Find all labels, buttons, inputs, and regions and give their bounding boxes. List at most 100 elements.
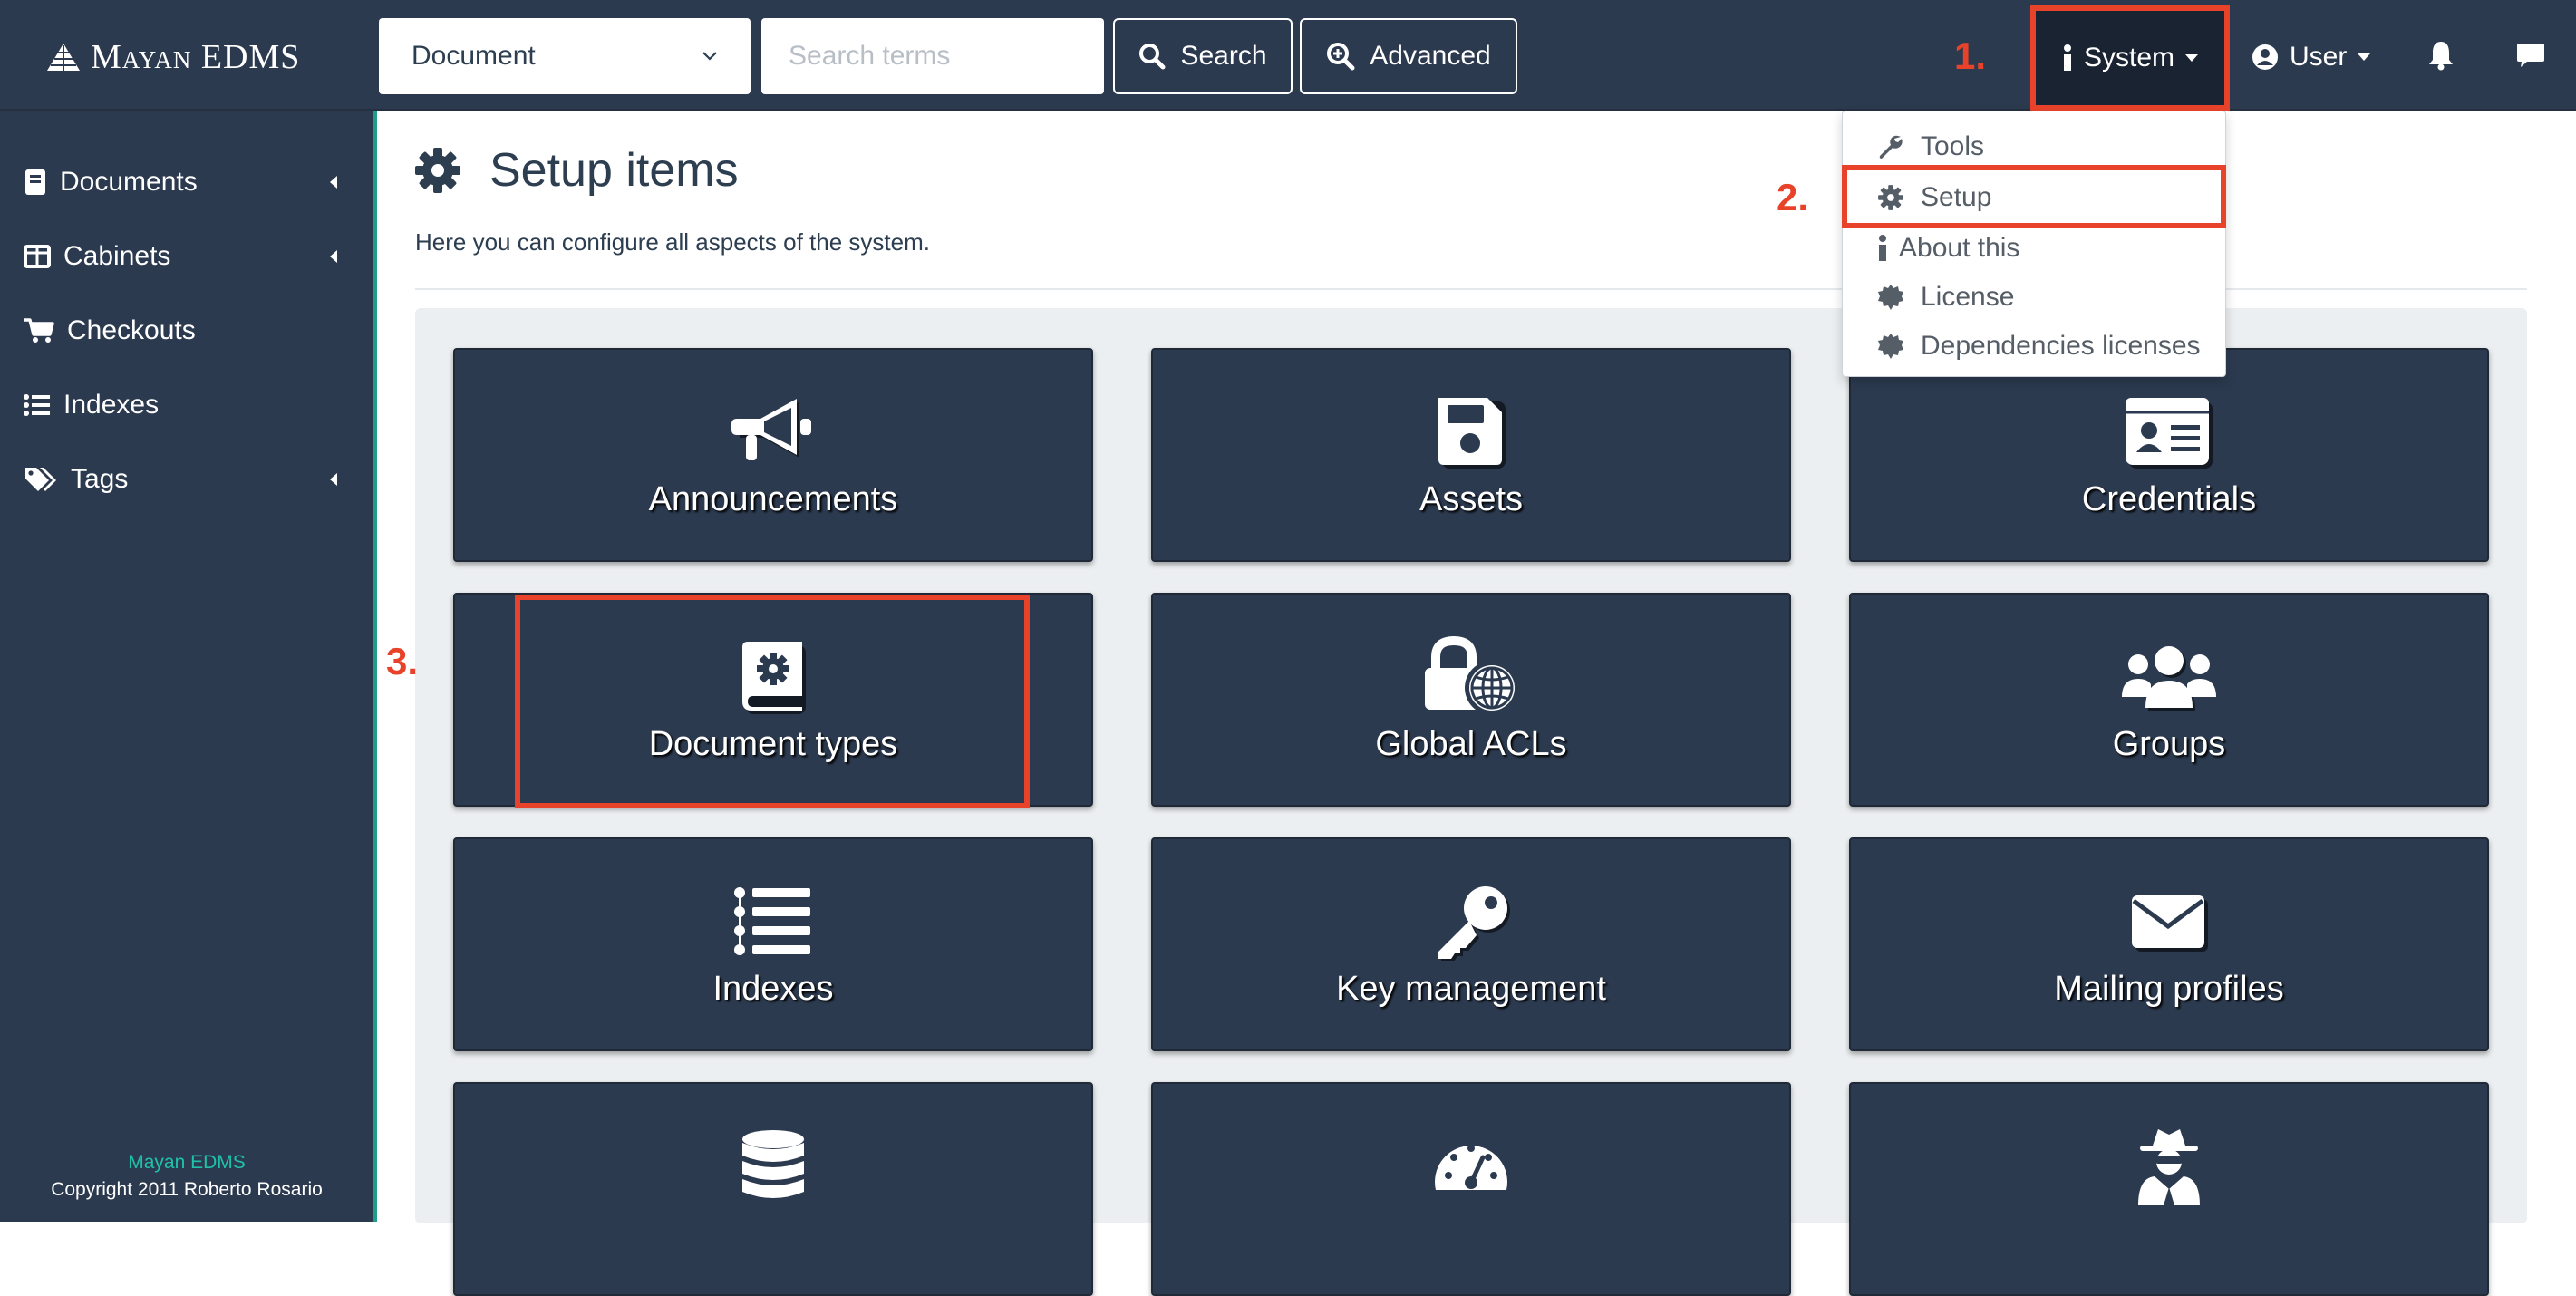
- book-icon: [25, 169, 45, 195]
- search-button[interactable]: Search: [1113, 18, 1293, 94]
- users-icon: [2122, 646, 2216, 711]
- brand-logo[interactable]: Mayan EDMS: [45, 34, 300, 80]
- page-title-text: Setup items: [489, 144, 739, 197]
- advanced-search-button[interactable]: Advanced: [1300, 18, 1517, 94]
- bell-icon[interactable]: [2427, 40, 2455, 71]
- caret-down-icon: [2358, 53, 2371, 61]
- sidebar-item-indexes[interactable]: Indexes: [0, 368, 373, 442]
- user-secret-icon: [2138, 1129, 2200, 1205]
- footer-app-link[interactable]: Mayan EDMS: [0, 1149, 373, 1176]
- menu-item-label: Tools: [1921, 131, 1985, 161]
- system-menu-toggle[interactable]: System: [2030, 5, 2230, 111]
- step-1-annotation: 1.: [1954, 34, 1987, 77]
- step-2-annotation: 2.: [1777, 176, 1809, 218]
- certificate-icon: [1878, 285, 1903, 310]
- tile-label: Indexes: [712, 970, 834, 1008]
- search-plus-icon: [1327, 43, 1355, 71]
- list-ol-icon: [734, 887, 810, 955]
- menu-item-about[interactable]: About this: [1877, 226, 2019, 271]
- system-dropdown-menu: Tools Setup About this License Dependenc…: [1842, 111, 2226, 377]
- tags-icon: [25, 468, 56, 491]
- tile-document-types[interactable]: Document types: [453, 593, 1093, 807]
- tile-label: Key management: [1336, 970, 1606, 1008]
- chevron-down-icon: [702, 52, 717, 61]
- sidebar-item-label: Checkouts: [67, 315, 196, 345]
- brand-name-second: EDMS: [200, 38, 301, 76]
- menu-item-dependencies-licenses[interactable]: Dependencies licenses: [1877, 324, 2201, 369]
- tachometer-icon: [1435, 1145, 1507, 1190]
- lock-globe-icon: [1425, 635, 1519, 715]
- search-scope-select[interactable]: Document: [379, 18, 751, 94]
- sidebar-item-label: Indexes: [63, 390, 160, 420]
- message-icon[interactable]: [2516, 42, 2545, 69]
- caret-left-icon: [330, 473, 337, 486]
- menu-item-setup[interactable]: Setup: [1877, 175, 1991, 220]
- caret-left-icon: [330, 176, 337, 189]
- tile-dashboard[interactable]: [1151, 1082, 1791, 1296]
- menu-item-label: License: [1921, 282, 2015, 312]
- gear-icon: [1878, 185, 1903, 210]
- tile-user-secret[interactable]: [1849, 1082, 2489, 1296]
- search-scope-value: Document: [412, 41, 536, 71]
- footer-copyright: Copyright 2011 Roberto Rosario: [51, 1179, 323, 1200]
- top-navbar: Mayan EDMS Document Search Advanced 1. S…: [0, 0, 2576, 111]
- columns-icon: [24, 245, 51, 268]
- database-icon: [742, 1130, 804, 1198]
- wrench-icon: [1879, 135, 1903, 159]
- caret-left-icon: [330, 250, 337, 263]
- search-icon: [1139, 44, 1166, 70]
- caret-down-icon: [2185, 54, 2199, 62]
- user-menu-toggle[interactable]: User: [2252, 27, 2371, 87]
- system-menu-label: System: [2083, 43, 2175, 73]
- envelope-icon: [2132, 895, 2208, 952]
- gear-icon: [415, 148, 460, 193]
- sidebar-item-checkouts[interactable]: Checkouts: [0, 294, 373, 368]
- sidebar-item-label: Documents: [60, 167, 198, 197]
- certificate-icon: [1878, 334, 1903, 359]
- tile-label: Assets: [1419, 480, 1524, 518]
- sidebar-item-documents[interactable]: Documents: [0, 145, 373, 219]
- tile-announcements[interactable]: Announcements: [453, 348, 1093, 562]
- tile-indexes[interactable]: Indexes: [453, 837, 1093, 1051]
- sidebar-item-tags[interactable]: Tags: [0, 442, 373, 517]
- tile-label: Groups: [2112, 725, 2226, 763]
- tile-global-acls[interactable]: Global ACLs: [1151, 593, 1791, 807]
- menu-item-license[interactable]: License: [1877, 275, 2014, 320]
- floppy-icon: [1438, 398, 1506, 469]
- key-icon: [1438, 886, 1510, 961]
- menu-item-label: About this: [1899, 233, 2020, 263]
- search-input[interactable]: [761, 18, 1104, 94]
- tile-label: Document types: [648, 725, 898, 763]
- advanced-button-label: Advanced: [1370, 41, 1491, 71]
- tile-label: Global ACLs: [1375, 725, 1567, 763]
- setup-items-panel: Announcements Assets Credentials Documen…: [415, 308, 2527, 1296]
- brand-name-first: Mayan: [91, 38, 192, 76]
- tile-key-management[interactable]: Key management: [1151, 837, 1791, 1051]
- menu-item-label: Dependencies licenses: [1921, 331, 2201, 361]
- step-3-annotation: 3.: [386, 640, 419, 682]
- sidebar-item-cabinets[interactable]: Cabinets: [0, 219, 373, 294]
- tile-label: Credentials: [2081, 480, 2257, 518]
- page-subtitle: Here you can configure all aspects of th…: [415, 228, 930, 256]
- info-icon: [1879, 235, 1886, 261]
- list-icon: [24, 394, 50, 416]
- bullhorn-icon: [731, 399, 811, 460]
- tile-groups[interactable]: Groups: [1849, 593, 2489, 807]
- tile-database[interactable]: [453, 1082, 1093, 1296]
- sidebar: Documents Cabinets Checkouts Indexes Tag…: [0, 111, 377, 1222]
- search-button-label: Search: [1180, 41, 1267, 71]
- id-card-icon: [2126, 398, 2213, 469]
- info-icon: [2063, 44, 2071, 71]
- menu-item-label: Setup: [1921, 182, 1992, 212]
- tile-credentials[interactable]: Credentials: [1849, 348, 2489, 562]
- tile-label: Mailing profiles: [2054, 970, 2284, 1008]
- sidebar-item-label: Cabinets: [63, 241, 171, 271]
- user-circle-icon: [2252, 44, 2278, 70]
- sidebar-item-label: Tags: [71, 464, 129, 494]
- tile-mailing-profiles[interactable]: Mailing profiles: [1849, 837, 2489, 1051]
- menu-item-tools[interactable]: Tools: [1877, 124, 1984, 169]
- page-title: Setup items: [413, 143, 739, 198]
- tile-assets[interactable]: Assets: [1151, 348, 1791, 562]
- cart-icon: [24, 318, 54, 343]
- tile-label: Announcements: [648, 480, 898, 518]
